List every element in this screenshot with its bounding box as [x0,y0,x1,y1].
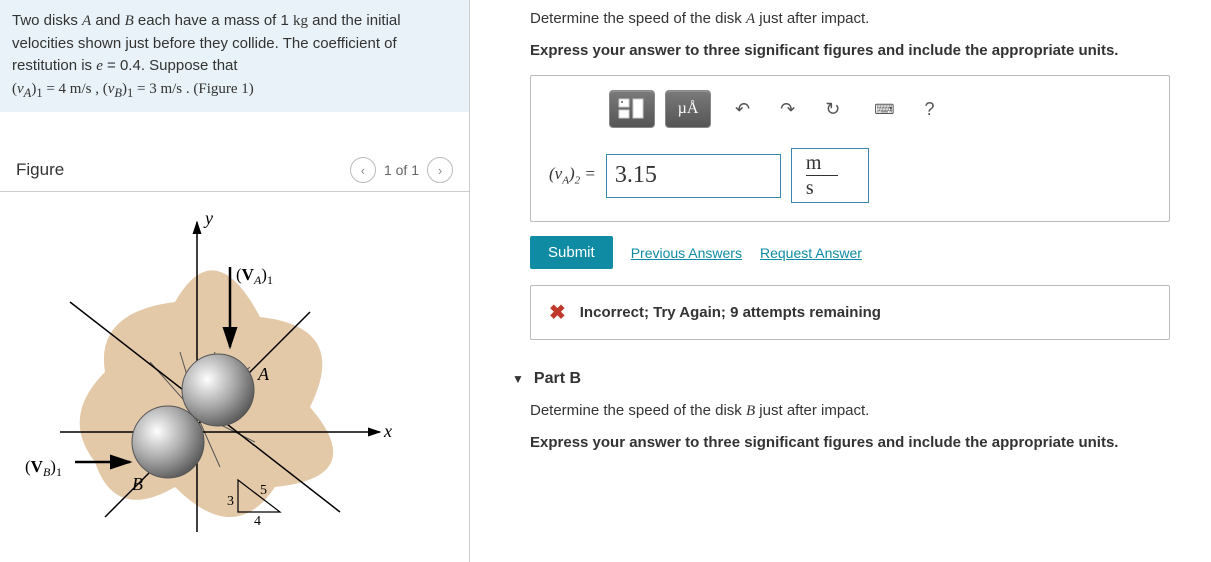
help-icon[interactable]: ? [925,99,935,120]
svg-text:B: B [132,474,143,494]
request-answer-link[interactable]: Request Answer [760,245,862,261]
part-b-title: Part B [534,370,581,388]
part-a-prompt: Determine the speed of the disk A just a… [530,10,1191,28]
svg-text:3: 3 [227,494,234,509]
svg-text:4: 4 [254,514,261,529]
prev-figure-button[interactable]: ‹ [350,157,376,183]
answer-unit-input[interactable]: m s [791,148,869,203]
pager-text: 1 of 1 [384,162,419,178]
svg-text:(VA)1: (VA)1 [236,265,273,287]
next-figure-button[interactable]: › [427,157,453,183]
svg-text:x: x [383,421,392,441]
svg-text:5: 5 [260,483,267,498]
answer-box: µÅ ↶ ↷ ↻ ⌨ ? (vA)2 = m s [530,75,1170,222]
part-a-instruction: Express your answer to three significant… [530,42,1191,59]
problem-statement: Two disks A and B each have a mass of 1 … [0,0,469,112]
figure-title: Figure [16,160,64,180]
units-icon[interactable]: µÅ [665,90,711,128]
svg-text:(VB)1: (VB)1 [25,457,62,479]
feedback-text: Incorrect; Try Again; 9 attempts remaini… [580,304,881,321]
feedback-box: ✖ Incorrect; Try Again; 9 attempts remai… [530,285,1170,340]
collapse-icon[interactable]: ▼ [512,372,524,386]
figure-diagram: y x (VA)1 (VB)1 A B 3 4 5 [0,202,469,542]
previous-answers-link[interactable]: Previous Answers [631,245,742,261]
reset-icon[interactable]: ↻ [825,99,840,120]
incorrect-icon: ✖ [549,300,566,325]
figure-pager: ‹ 1 of 1 › [350,157,453,183]
undo-icon[interactable]: ↶ [735,99,750,120]
answer-label: (vA)2 = [549,164,596,186]
redo-icon[interactable]: ↷ [780,99,795,120]
answer-value-input[interactable] [606,154,781,198]
part-b-instruction: Express your answer to three significant… [530,434,1191,451]
submit-button[interactable]: Submit [530,236,613,269]
svg-text:y: y [203,208,213,228]
templates-icon[interactable] [609,90,655,128]
svg-text:A: A [257,364,270,384]
part-b-prompt: Determine the speed of the disk B just a… [530,402,1191,420]
keyboard-icon[interactable]: ⌨ [874,101,894,118]
